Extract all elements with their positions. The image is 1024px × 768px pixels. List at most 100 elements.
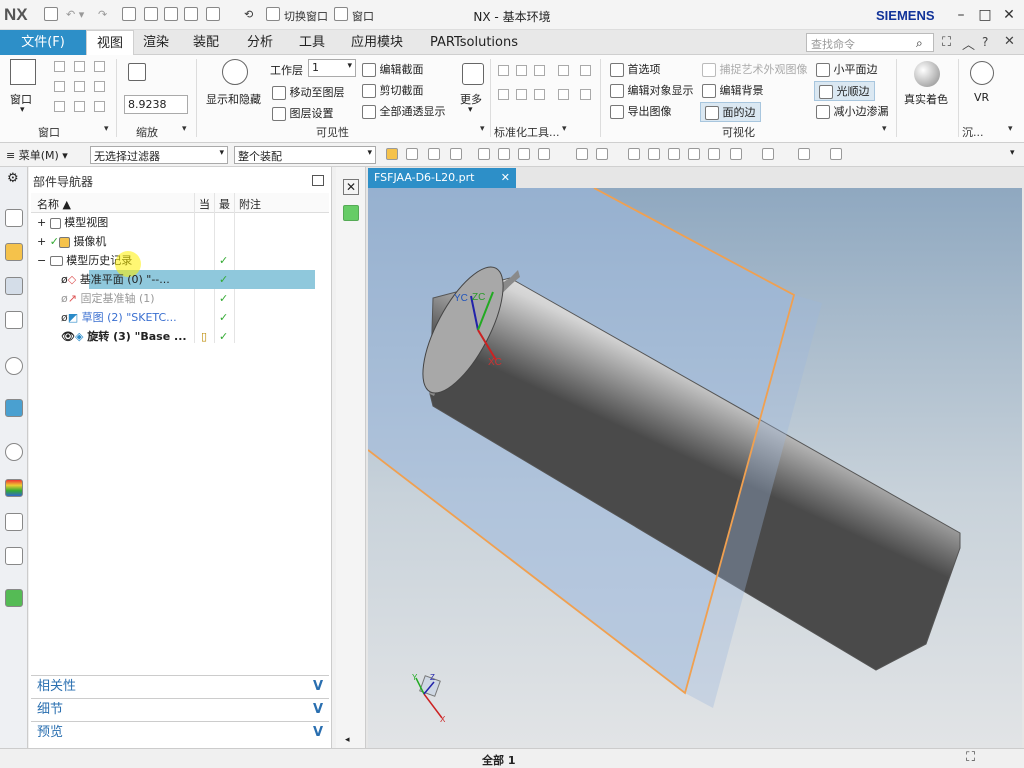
move-to-layer-button[interactable]: 移动至图层 (272, 84, 345, 100)
view-left-icon[interactable] (534, 89, 545, 100)
view-iso-icon[interactable] (558, 65, 569, 76)
eye-hidden-icon[interactable]: ø (31, 273, 68, 286)
expand-icon[interactable]: + (31, 235, 46, 248)
view-shade-icon[interactable] (580, 89, 591, 100)
column-name[interactable]: 名称 ▲ (37, 196, 71, 212)
fullscreen-toggle-icon[interactable]: ⛶ (966, 750, 975, 765)
view-top-icon[interactable] (516, 65, 527, 76)
vr-button[interactable]: VR (974, 91, 989, 104)
tree-row-datum-axis[interactable]: ø↗ 固定基准轴 (1) ✓ (31, 289, 315, 308)
window-cascade-icon[interactable] (94, 81, 105, 92)
show-face-icon[interactable] (596, 148, 608, 160)
tab-render[interactable]: 渲染 (136, 30, 176, 55)
process-studio-icon[interactable] (5, 513, 23, 531)
window-v-icon[interactable] (74, 101, 85, 112)
export-image-button[interactable]: 导出图像 (610, 103, 672, 119)
face-edges-button[interactable]: 面的边 (700, 102, 761, 122)
immerse-group-more-icon[interactable]: ▾ (1008, 124, 1013, 134)
collapse-left-icon[interactable]: ◂ (345, 735, 350, 745)
view-right-icon[interactable] (534, 65, 545, 76)
ribbon-close-icon[interactable]: ✕ (1004, 34, 1015, 49)
history-clock-icon[interactable] (5, 443, 23, 461)
view-bottom-icon[interactable] (516, 89, 527, 100)
assembly-scope-select[interactable]: 整个装配 ▾ (234, 146, 376, 164)
window-four-icon[interactable] (54, 81, 65, 92)
tree-row-model-views[interactable]: + 模型视图 (31, 213, 315, 232)
std-tools-more-icon[interactable]: ▾ (562, 124, 567, 134)
zoom-scale-input[interactable]: 8.9238 (124, 95, 188, 114)
window-two-icon[interactable] (74, 61, 85, 72)
smooth-edge-button[interactable]: 光顺边 (814, 81, 875, 101)
tree-row-model-history[interactable]: − 模型历史记录 ✓ (31, 251, 315, 270)
details-panel[interactable]: 细节 V (31, 698, 329, 720)
column-latest[interactable]: 最 (219, 196, 230, 212)
partsolutions-view-icon[interactable] (343, 205, 359, 221)
true-shading-icon[interactable] (914, 61, 940, 87)
tab-application[interactable]: 应用模块 (342, 30, 412, 55)
clip-section-button[interactable]: 剪切截面 (362, 82, 424, 98)
rotate-icon[interactable] (668, 148, 680, 160)
collapse-icon[interactable]: − (31, 254, 46, 267)
more-icon[interactable] (462, 63, 484, 85)
tree-row-cameras[interactable]: + ✓ 摄像机 (31, 232, 315, 251)
window-tile-icon[interactable] (74, 81, 85, 92)
snap-mid-icon[interactable] (518, 148, 530, 160)
snap-point-icon[interactable] (478, 148, 490, 160)
eye-hidden-icon[interactable]: ø (31, 292, 68, 305)
expand-icon[interactable]: + (31, 216, 46, 229)
more-dropdown-icon[interactable]: ▾ (468, 105, 473, 115)
snap-end-icon[interactable] (498, 148, 510, 160)
window-group-more-icon[interactable]: ▾ (104, 124, 109, 134)
zoom-window-icon[interactable] (648, 148, 660, 160)
eye-icon[interactable]: 👁 (31, 330, 75, 343)
render-style-icon[interactable] (708, 148, 720, 160)
view-front-icon[interactable] (498, 65, 509, 76)
roles-icon[interactable] (5, 547, 23, 565)
dependencies-panel[interactable]: 相关性 V (31, 675, 329, 697)
window-three-icon[interactable] (94, 61, 105, 72)
tree-row-sketch[interactable]: ø◩ 草图 (2) "SKETC... ✓ (31, 308, 315, 327)
visualization-group-more-icon[interactable]: ▾ (882, 124, 887, 134)
select-face-icon[interactable] (428, 148, 440, 160)
fullscreen-icon[interactable]: ⛶ (942, 35, 951, 50)
search-icon[interactable]: ⌕ (916, 36, 923, 51)
view-tri-icon[interactable] (580, 65, 591, 76)
3d-viewport[interactable]: YC ZC XC X Y Z (368, 188, 1022, 748)
close-icon[interactable]: ✕ (501, 168, 510, 188)
column-comment[interactable]: 附注 (239, 196, 261, 212)
tab-tools[interactable]: 工具 (292, 30, 332, 55)
partsolutions-icon[interactable] (5, 589, 23, 607)
reduce-edge-leak-button[interactable]: 减小边渗漏 (816, 103, 889, 119)
window-layout-icon[interactable] (10, 59, 36, 85)
view-back-icon[interactable] (498, 89, 509, 100)
gear-icon[interactable]: ⚙ (7, 171, 19, 186)
zoom-group-more-icon[interactable]: ▾ (182, 124, 187, 134)
selection-filter-select[interactable]: 无选择过滤器 ▾ (90, 146, 228, 164)
menu-button[interactable]: ≡ 菜单(M) ▾ (6, 147, 68, 163)
help-icon[interactable]: ? (982, 35, 988, 49)
snap-center-icon[interactable] (538, 148, 550, 160)
pan-icon[interactable] (688, 148, 700, 160)
edit-section-button[interactable]: 编辑截面 (362, 61, 424, 77)
close-button[interactable]: ✕ (998, 4, 1020, 26)
tab-view[interactable]: 视图 (86, 30, 134, 55)
display-mode-icon[interactable] (830, 148, 842, 160)
palette-icon[interactable] (5, 479, 23, 497)
window-h-icon[interactable] (54, 101, 65, 112)
eye-hidden-icon[interactable]: ø (31, 311, 68, 324)
part-navigator-icon[interactable] (5, 277, 23, 295)
select-feature-icon[interactable] (406, 148, 418, 160)
show-body-icon[interactable] (576, 148, 588, 160)
column-current[interactable]: 当 (199, 196, 210, 212)
small-plane-edge-button[interactable]: 小平面边 (816, 61, 878, 77)
web-browser-icon[interactable] (5, 399, 23, 417)
select-body-icon[interactable] (450, 148, 462, 160)
vr-headset-icon[interactable] (970, 61, 994, 85)
fit-icon[interactable] (628, 148, 640, 160)
orient-view-icon[interactable] (730, 148, 742, 160)
show-hide-icon[interactable] (222, 59, 248, 85)
all-pass-display-button[interactable]: 全部通透显示 (362, 103, 446, 119)
view-section-icon[interactable] (558, 89, 569, 100)
collapse-ribbon-icon[interactable]: ︿ (962, 34, 975, 53)
background-icon[interactable] (798, 148, 810, 160)
